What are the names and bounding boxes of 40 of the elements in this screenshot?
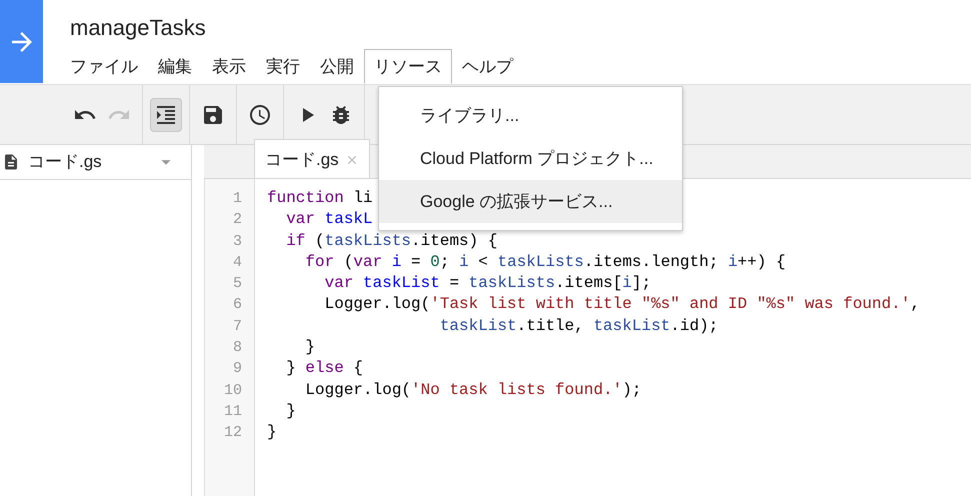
menu-item[interactable]: 公開 xyxy=(310,49,364,84)
indent-button[interactable] xyxy=(150,98,182,132)
code-line: } xyxy=(267,422,277,444)
line-number: 7 xyxy=(232,316,242,337)
menu-item[interactable]: 編集 xyxy=(148,49,202,84)
file-name: コード.gs xyxy=(28,151,103,174)
code-line: var taskList = taskLists.items[i]; xyxy=(324,273,652,294)
file-tab[interactable]: コード.gs xyxy=(254,139,370,179)
code-line: if (taskLists.items) { xyxy=(285,230,498,252)
code-line: function li xyxy=(267,188,373,209)
logo-icon[interactable] xyxy=(0,0,43,83)
line-number: 2 xyxy=(232,210,242,230)
code-line: } xyxy=(304,337,316,358)
code-line: taskList.title, taskList.id); xyxy=(438,316,718,337)
project-title[interactable]: manageTasks xyxy=(70,14,523,42)
menu-item[interactable]: 表示 xyxy=(202,49,256,84)
line-number: 11 xyxy=(224,402,242,422)
line-number: 6 xyxy=(232,295,242,316)
line-number: 10 xyxy=(224,380,242,401)
menu-item[interactable]: 実行 xyxy=(256,49,310,84)
document-icon xyxy=(2,153,20,171)
line-number: 9 xyxy=(232,359,242,380)
menu-item[interactable]: ヘルプ xyxy=(452,49,523,84)
menu-item[interactable]: ファイル xyxy=(60,49,148,84)
line-number: 12 xyxy=(224,423,242,444)
line-number: 8 xyxy=(232,338,242,358)
line-number: 4 xyxy=(232,252,242,273)
menu-item[interactable]: リソース xyxy=(364,49,452,84)
code-line: var taskL xyxy=(285,209,373,230)
line-number: 5 xyxy=(232,274,242,294)
code-line: } xyxy=(285,400,296,422)
code-line: } else { xyxy=(285,358,364,380)
code-line: for (var i = 0; i < taskLists.items.length; i++) { xyxy=(304,252,786,273)
menu-option[interactable]: Google の拡張サービス... xyxy=(379,180,682,223)
menu-option[interactable]: Cloud Platform プロジェクト... xyxy=(379,137,682,180)
code-line: Logger.log('No task lists found.'); xyxy=(304,380,642,401)
line-number: 1 xyxy=(232,189,242,209)
code-line: Logger.log('Task list with title "%s" and ID "%s" was found.', xyxy=(324,294,920,316)
clock-icon xyxy=(248,102,272,126)
line-number: 3 xyxy=(232,232,242,252)
